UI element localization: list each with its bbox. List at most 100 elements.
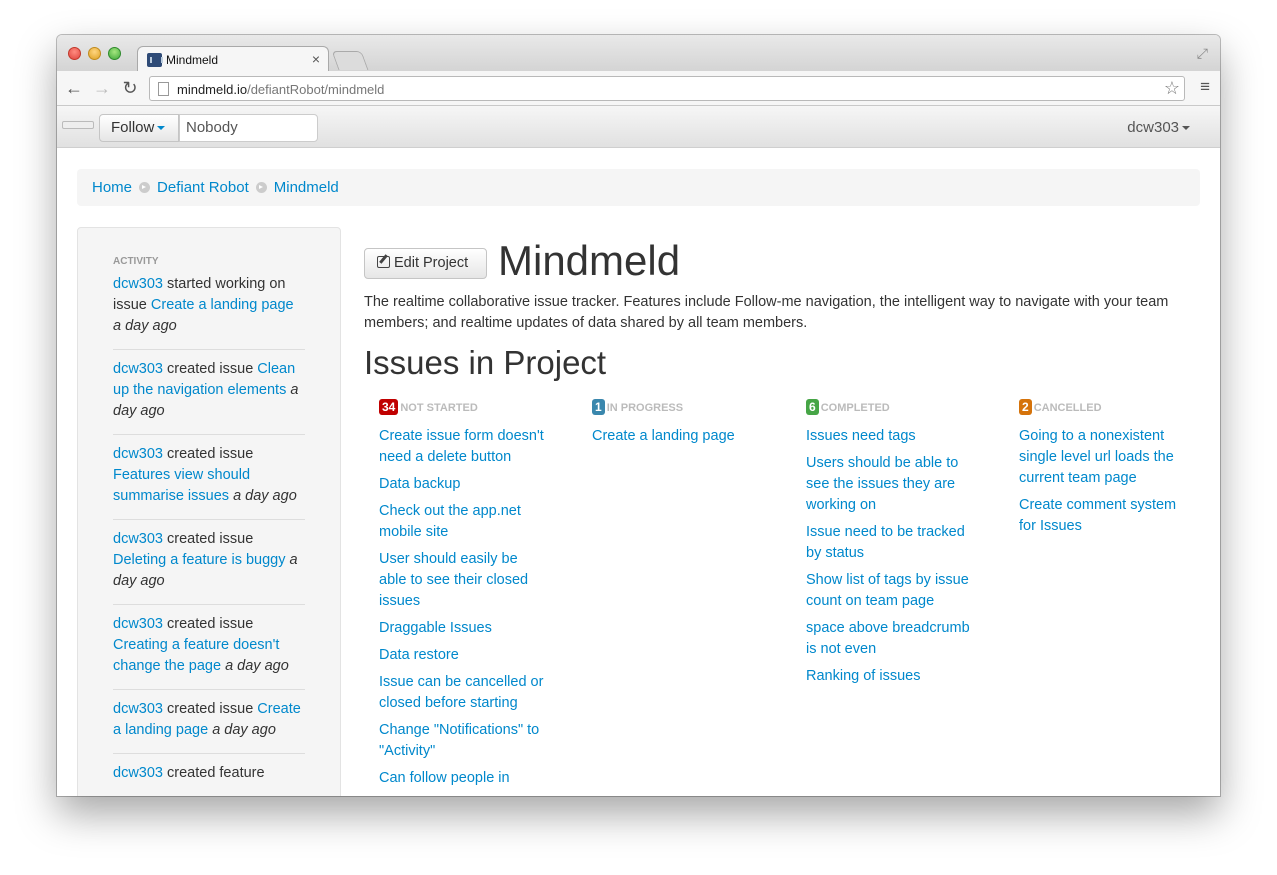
activity-list: dcw303 started working on issue Create a… [113, 274, 305, 796]
activity-action: created issue [162, 446, 254, 462]
activity-target-link[interactable]: Features view should summarise issues [113, 467, 250, 504]
activity-user-link[interactable]: dcw303 [113, 446, 163, 462]
activity-time: a day ago [233, 488, 297, 504]
activity-action: created feature [162, 765, 265, 781]
activity-user-link[interactable]: dcw303 [113, 765, 163, 781]
minimize-window-button[interactable] [88, 47, 101, 60]
issue-column-header: 2 Cancelled [1019, 399, 1189, 417]
issue-column: 34 Not Started Create issue form doesn't n… [379, 399, 549, 795]
issues-heading: Issues in Project [364, 344, 607, 381]
status-count-badge: 1 [592, 399, 605, 415]
caret-down-icon [157, 126, 166, 131]
issue-link[interactable]: Check out the app.net mobile site [379, 501, 549, 543]
issue-link[interactable]: Change "Notifications" to "Activity" [379, 720, 549, 762]
browser-tab[interactable]: Mindmeld × [137, 46, 329, 72]
tab-close-icon[interactable]: × [312, 51, 320, 67]
chevron-right-icon [139, 182, 151, 193]
status-label: Completed [820, 402, 890, 414]
breadcrumb: Home Defiant Robot Mindmeld [77, 169, 1200, 206]
new-tab-button[interactable] [331, 51, 369, 70]
activity-item: dcw303 created feature [113, 763, 305, 796]
issue-link[interactable]: Issue need to be tracked by status [806, 522, 976, 564]
forward-icon[interactable]: → [91, 77, 113, 99]
activity-action: created issue [162, 616, 254, 632]
breadcrumb-team[interactable]: Defiant Robot [157, 179, 249, 196]
issue-link[interactable]: Draggable Issues [379, 618, 549, 639]
browser-toolbar: ← → ↻ mindmeld.io/defiantRobot/mindmeld … [57, 71, 1220, 106]
issue-column: 2 Cancelled Going to a nonexistent single … [1019, 399, 1189, 543]
issue-link[interactable]: Issue can be cancelled or closed before … [379, 672, 549, 714]
activity-user-link[interactable]: dcw303 [113, 616, 163, 632]
address-bar[interactable]: mindmeld.io/defiantRobot/mindmeld ☆ [149, 76, 1185, 101]
activity-action: created issue [162, 361, 258, 377]
edit-project-button[interactable]: Edit Project [364, 248, 487, 279]
activity-item: dcw303 created issue Creating a feature … [113, 614, 305, 690]
issue-link[interactable]: Create issue form doesn't need a delete … [379, 426, 549, 468]
issue-link[interactable]: Going to a nonexistent single level url … [1019, 426, 1189, 489]
user-menu[interactable]: dcw303 [1127, 119, 1190, 136]
status-label: In Progress [606, 402, 684, 414]
tab-title: Mindmeld [166, 53, 219, 67]
activity-user-link[interactable]: dcw303 [113, 276, 163, 292]
browser-menu-icon[interactable]: ≡ [1200, 77, 1210, 97]
activity-sidebar: Activity dcw303 started working on issue… [77, 227, 341, 796]
browser-window: Mindmeld × ⤢ ← → ↻ mindmeld.io/defiantRo… [57, 35, 1220, 796]
issue-link[interactable]: Ranking of issues [806, 666, 976, 687]
issue-link[interactable]: Issues need tags [806, 426, 976, 447]
activity-target-link[interactable]: Deleting a feature is buggy [113, 552, 286, 568]
activity-item: dcw303 started working on issue Create a… [113, 274, 305, 350]
reload-icon[interactable]: ↻ [119, 77, 141, 99]
activity-item: dcw303 created issue Clean up the naviga… [113, 359, 305, 435]
edit-icon [377, 256, 390, 268]
url-text: mindmeld.io/defiantRobot/mindmeld [177, 82, 385, 97]
project-description: The realtime collaborative issue tracker… [364, 294, 1169, 331]
activity-user-link[interactable]: dcw303 [113, 531, 163, 547]
zoom-window-button[interactable] [108, 47, 121, 60]
caret-down-icon [1182, 126, 1190, 131]
project-title: Mindmeld [498, 237, 681, 284]
activity-action: created issue [162, 701, 258, 717]
browser-titlebar: Mindmeld × ⤢ [57, 35, 1220, 72]
activity-target-link[interactable]: Create a landing page [151, 297, 294, 313]
issue-column: 6 Completed Issues need tags Users should b… [806, 399, 976, 693]
issue-link[interactable]: Data restore [379, 645, 549, 666]
status-count-badge: 2 [1019, 399, 1032, 415]
issue-link[interactable]: Create a landing page [592, 426, 762, 447]
breadcrumb-project[interactable]: Mindmeld [274, 179, 339, 196]
bookmark-star-icon[interactable]: ☆ [1164, 78, 1180, 99]
issue-link[interactable]: User should easily be able to see their … [379, 549, 549, 612]
follow-target-field[interactable]: Nobody [179, 114, 318, 142]
activity-user-link[interactable]: dcw303 [113, 701, 163, 717]
navbar-toggle-button[interactable] [62, 121, 94, 129]
back-icon[interactable]: ← [63, 77, 85, 99]
activity-user-link[interactable]: dcw303 [113, 361, 163, 377]
app-navbar: Follow Nobody dcw303 [57, 106, 1220, 148]
issue-column-header: 6 Completed [806, 399, 976, 417]
activity-item: dcw303 created issue Deleting a feature … [113, 529, 305, 605]
issue-link[interactable]: Show list of tags by issue count on team… [806, 570, 976, 612]
status-label: Cancelled [1033, 402, 1102, 414]
activity-time: a day ago [212, 722, 276, 738]
issue-link[interactable]: Data backup [379, 474, 549, 495]
issue-column-header: 34 Not Started [379, 399, 549, 417]
activity-item: dcw303 created issue Create a landing pa… [113, 699, 305, 754]
activity-action: created issue [162, 531, 254, 547]
activity-header: Activity [113, 256, 159, 267]
follow-dropdown-button[interactable]: Follow [99, 114, 179, 142]
mindmeld-favicon-icon [147, 53, 163, 67]
issue-link[interactable]: space above breadcrumb is not even [806, 618, 976, 660]
issue-column-header: 1 In Progress [592, 399, 762, 417]
page-icon [158, 82, 169, 96]
close-window-button[interactable] [68, 47, 81, 60]
issue-link[interactable]: Create comment system for Issues [1019, 495, 1189, 537]
status-count-badge: 34 [379, 399, 399, 415]
activity-time: a day ago [113, 318, 177, 334]
issue-link[interactable]: Can follow people in [379, 768, 549, 789]
breadcrumb-home[interactable]: Home [92, 179, 132, 196]
fullscreen-icon[interactable]: ⤢ [1197, 45, 1208, 62]
activity-time: a day ago [225, 658, 289, 674]
issue-link[interactable]: Users should be able to see the issues t… [806, 453, 976, 516]
issue-column: 1 In Progress Create a landing page [592, 399, 762, 453]
status-count-badge: 6 [806, 399, 819, 415]
activity-item: dcw303 created issue Features view shoul… [113, 444, 305, 520]
